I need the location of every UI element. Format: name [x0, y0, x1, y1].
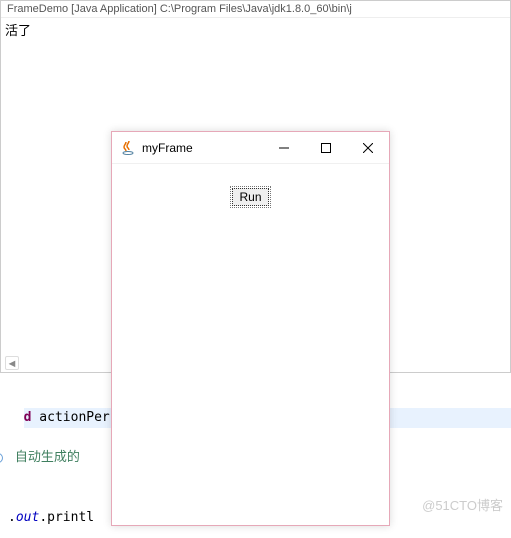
run-button[interactable]: Run: [232, 188, 268, 206]
watermark: @51CTO博客: [422, 495, 503, 514]
java-icon: [120, 140, 136, 156]
console-output: 活了: [1, 18, 510, 41]
maximize-icon: [321, 143, 331, 153]
minimize-icon: [279, 143, 289, 153]
titlebar[interactable]: myFrame: [112, 132, 389, 164]
console-header: FrameDemo [Java Application] C:\Program …: [1, 1, 510, 18]
frame-content: Run: [112, 164, 389, 206]
scroll-left-button[interactable]: ◄: [5, 356, 19, 370]
window-title: myFrame: [142, 141, 193, 155]
code-text: .printl: [39, 510, 94, 525]
minimize-button[interactable]: [263, 132, 305, 164]
code-field: out: [16, 510, 39, 525]
close-button[interactable]: [347, 132, 389, 164]
gutter-todo-icon: [0, 453, 3, 463]
code-comment: 自动生成的: [7, 450, 80, 465]
code-text: .: [8, 510, 16, 525]
code-text: actionPer: [31, 410, 109, 425]
java-frame-window: myFrame Run: [111, 131, 390, 526]
close-icon: [363, 143, 373, 153]
maximize-button[interactable]: [305, 132, 347, 164]
